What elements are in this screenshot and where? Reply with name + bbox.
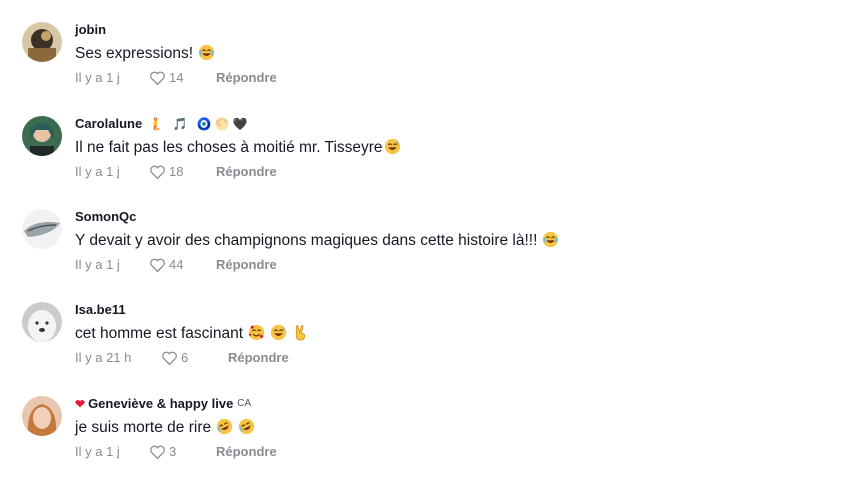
comment-meta: Il y a 21 h 6 Répondre bbox=[75, 350, 845, 366]
comment-text-content: Il ne fait pas les choses à moitié mr. T… bbox=[75, 139, 383, 156]
avatar[interactable] bbox=[22, 116, 62, 156]
heart-outline-icon bbox=[150, 165, 165, 180]
comment-text-content: Y devait y avoir des champignons magique… bbox=[75, 232, 538, 249]
comment-item: SomonQc Y devait y avoir des champignons… bbox=[0, 209, 855, 295]
heart-outline-icon bbox=[150, 445, 165, 460]
comment-text: Ses expressions! bbox=[75, 44, 845, 64]
like-button[interactable]: 18 bbox=[149, 164, 195, 180]
comment-text: Y devait y avoir des champignons magique… bbox=[75, 231, 845, 251]
username[interactable]: ❤ Geneviève & happy live CA bbox=[75, 396, 845, 412]
reply-button[interactable]: Répondre bbox=[216, 257, 277, 273]
username[interactable]: Isa.be11 bbox=[75, 302, 845, 318]
comment-meta: Il y a 1 j 3 Répondre bbox=[75, 444, 845, 460]
timestamp: Il y a 21 h bbox=[75, 350, 132, 365]
comment-text: je suis morte de rire bbox=[75, 418, 845, 438]
reply-button[interactable]: Répondre bbox=[216, 444, 277, 460]
username-text: SomonQc bbox=[75, 209, 137, 224]
username[interactable]: Carolalune 🧜 🎵 🧿🌕🖤 bbox=[75, 116, 845, 132]
victory-hand-emoji-icon bbox=[292, 324, 309, 341]
grinning-sweat-face-emoji-icon bbox=[270, 324, 287, 341]
like-count: 6 bbox=[181, 350, 189, 365]
comment-text: cet homme est fascinant bbox=[75, 324, 845, 344]
comment-list: jobin Ses expressions! Il y a 1 j 14 Rép… bbox=[0, 0, 855, 469]
username-badges: 🧜 🎵 🧿🌕🖤 bbox=[148, 117, 251, 131]
comment-item: Carolalune 🧜 🎵 🧿🌕🖤 Il ne fait pas les ch… bbox=[0, 116, 855, 202]
username-text: Geneviève & happy live bbox=[88, 396, 234, 411]
rolling-laughing-face-emoji-icon bbox=[238, 418, 255, 435]
region-badge: CA bbox=[237, 398, 252, 409]
username-text: Isa.be11 bbox=[75, 302, 126, 317]
heart-outline-icon bbox=[150, 71, 165, 86]
rolling-laughing-face-emoji-icon bbox=[216, 418, 233, 435]
comment-text: Il ne fait pas les choses à moitié mr. T… bbox=[75, 138, 845, 158]
comment-item: ❤ Geneviève & happy live CA je suis mort… bbox=[0, 396, 855, 482]
timestamp: Il y a 1 j bbox=[75, 164, 120, 179]
reply-button[interactable]: Répondre bbox=[228, 350, 289, 366]
laughing-face-emoji-icon bbox=[542, 231, 559, 248]
like-button[interactable]: 44 bbox=[149, 257, 195, 273]
timestamp: Il y a 1 j bbox=[75, 70, 120, 85]
like-button[interactable]: 3 bbox=[149, 444, 195, 460]
smiling-face-with-hearts-emoji-icon bbox=[248, 324, 265, 341]
comment-meta: Il y a 1 j 44 Répondre bbox=[75, 257, 845, 273]
avatar[interactable] bbox=[22, 302, 62, 342]
avatar[interactable] bbox=[22, 396, 62, 436]
like-button[interactable]: 6 bbox=[161, 350, 207, 366]
comment-meta: Il y a 1 j 14 Répondre bbox=[75, 70, 845, 86]
username[interactable]: jobin bbox=[75, 22, 845, 38]
heart-outline-icon bbox=[150, 258, 165, 273]
comment-item: Isa.be11 cet homme est fascinant Il y a … bbox=[0, 302, 855, 388]
comment-item: jobin Ses expressions! Il y a 1 j 14 Rép… bbox=[0, 22, 855, 108]
like-count: 18 bbox=[169, 164, 184, 179]
username-text: jobin bbox=[75, 22, 107, 37]
reply-button[interactable]: Répondre bbox=[216, 70, 277, 86]
heart-badge-icon: ❤ bbox=[75, 397, 86, 411]
like-button[interactable]: 14 bbox=[149, 70, 195, 86]
like-count: 14 bbox=[169, 70, 184, 85]
laughing-face-emoji-icon bbox=[198, 44, 215, 61]
avatar[interactable] bbox=[22, 209, 62, 249]
like-count: 44 bbox=[169, 257, 184, 272]
username-text: Carolalune bbox=[75, 116, 143, 131]
grinning-sweat-face-emoji-icon bbox=[384, 138, 401, 155]
like-count: 3 bbox=[169, 444, 177, 459]
username[interactable]: SomonQc bbox=[75, 209, 845, 225]
timestamp: Il y a 1 j bbox=[75, 444, 120, 459]
comment-text-content: Ses expressions! bbox=[75, 45, 194, 62]
comment-text-content: cet homme est fascinant bbox=[75, 325, 243, 342]
timestamp: Il y a 1 j bbox=[75, 257, 120, 272]
heart-outline-icon bbox=[162, 351, 177, 366]
avatar[interactable] bbox=[22, 22, 62, 62]
reply-button[interactable]: Répondre bbox=[216, 164, 277, 180]
comment-meta: Il y a 1 j 18 Répondre bbox=[75, 164, 845, 180]
comment-text-content: je suis morte de rire bbox=[75, 419, 212, 436]
